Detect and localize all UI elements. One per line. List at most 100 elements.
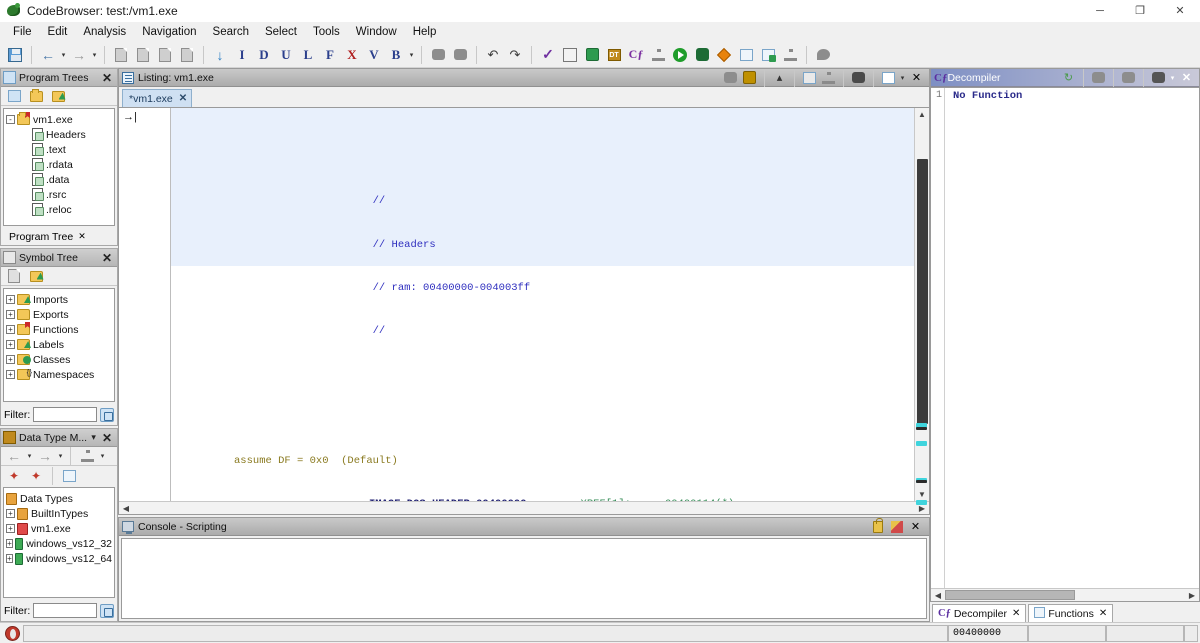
listing-horizontal-scrollbar[interactable]: ◀ ▶ — [119, 501, 929, 514]
pencil-icon[interactable] — [888, 519, 905, 535]
snapshot-icon[interactable] — [1150, 70, 1167, 86]
data-type-manager-close-button[interactable]: ✕ — [99, 431, 115, 445]
forward-arrow-icon[interactable]: → — [69, 45, 89, 65]
expander-icon[interactable]: + — [6, 509, 15, 518]
clone-page-icon[interactable] — [177, 45, 197, 65]
console-output[interactable] — [121, 538, 927, 619]
next-instruction-icon[interactable]: ↓ — [210, 45, 230, 65]
menu-help[interactable]: Help — [405, 24, 445, 40]
lock-icon[interactable] — [869, 519, 886, 535]
tree-node-text[interactable]: .text — [6, 142, 112, 157]
help-pointer-icon[interactable] — [813, 45, 833, 65]
expander-icon[interactable]: + — [6, 355, 15, 364]
data-type-node-vm1exe[interactable]: + vm1.exe — [6, 521, 112, 536]
dtm-new-type-icon[interactable] — [77, 446, 97, 466]
layout-icon[interactable] — [880, 70, 897, 86]
listing-marker[interactable] — [916, 480, 927, 483]
function-filter-icon[interactable]: F — [320, 45, 340, 65]
auto-analyze-icon[interactable]: ✓ — [538, 45, 558, 65]
copy-page-icon[interactable] — [133, 45, 153, 65]
script-manager-icon[interactable] — [582, 45, 602, 65]
tab-functions-close[interactable]: ✕ — [1099, 608, 1107, 619]
back-dropdown-icon[interactable]: ▾ — [59, 51, 68, 59]
new-symbol-icon[interactable] — [4, 266, 24, 286]
tree-node-headers[interactable]: Headers — [6, 127, 112, 142]
menu-tools[interactable]: Tools — [305, 24, 348, 40]
console-close-button[interactable]: ✕ — [907, 519, 924, 535]
listing-marker[interactable] — [916, 500, 927, 505]
filter-dropdown-icon[interactable]: ▾ — [407, 51, 416, 59]
copy-icon[interactable] — [1090, 70, 1107, 86]
forward-dropdown-icon[interactable]: ▾ — [90, 51, 99, 59]
status-indicator-icon[interactable] — [5, 626, 20, 641]
decompiler-icon[interactable]: Cƒ — [626, 45, 646, 65]
listing-tab-close[interactable]: ✕ — [179, 93, 187, 104]
expander-icon[interactable]: + — [6, 295, 15, 304]
call-tree-icon[interactable] — [780, 45, 800, 65]
collapse-tree-icon[interactable] — [48, 86, 68, 106]
decompiler-close-button[interactable]: ✕ — [1178, 70, 1195, 86]
run-icon[interactable] — [670, 45, 690, 65]
paste-icon[interactable] — [1120, 70, 1137, 86]
bytes-viewer-icon[interactable] — [560, 45, 580, 65]
dtm-back-dropdown-icon[interactable]: ▾ — [25, 452, 34, 460]
dtm-forward-dropdown-icon[interactable]: ▾ — [56, 452, 65, 460]
lock-icon[interactable] — [850, 70, 867, 86]
diff-icon[interactable] — [820, 70, 837, 86]
save-icon[interactable] — [5, 45, 25, 65]
dtm-forward-arrow-icon[interactable]: → — [35, 446, 55, 466]
close-button[interactable]: ✕ — [1160, 0, 1200, 22]
symbol-node-exports[interactable]: + Exports — [6, 307, 112, 322]
expander-icon[interactable]: + — [6, 524, 15, 533]
redo-icon[interactable]: ↷ — [505, 45, 525, 65]
dtm-filter-pointers-icon[interactable]: ✦ — [4, 466, 24, 486]
paste-icon[interactable] — [741, 70, 758, 86]
menu-file[interactable]: File — [5, 24, 40, 40]
expander-icon[interactable]: + — [6, 539, 13, 548]
menu-search[interactable]: Search — [205, 24, 257, 40]
debugger-icon[interactable] — [692, 45, 712, 65]
tree-node-data[interactable]: .data — [6, 172, 112, 187]
data-type-node-builtintypes[interactable]: + BuiltInTypes — [6, 506, 112, 521]
diff-icon[interactable] — [714, 45, 734, 65]
minimize-button[interactable]: ─ — [1080, 0, 1120, 22]
symbol-node-labels[interactable]: + Labels — [6, 337, 112, 352]
memory-map-icon[interactable] — [428, 45, 448, 65]
layout-dropdown-icon[interactable]: ▾ — [898, 74, 907, 82]
menu-analysis[interactable]: Analysis — [75, 24, 134, 40]
expander-icon[interactable]: + — [6, 554, 13, 563]
menu-navigation[interactable]: Navigation — [134, 24, 204, 40]
symbol-filter-input[interactable] — [33, 407, 97, 422]
listing-gutter[interactable]: →| — [119, 108, 171, 501]
listing-document-tab[interactable]: *vm1.exe ✕ — [122, 89, 192, 107]
undo-icon[interactable]: ↶ — [483, 45, 503, 65]
symbol-node-imports[interactable]: + Imports — [6, 292, 112, 307]
menu-window[interactable]: Window — [348, 24, 405, 40]
listing-code-view[interactable]: // // Headers // ram: 00400000-004003ff … — [171, 108, 914, 501]
symbol-tree-body[interactable]: + Imports + Exports + Functions — [3, 288, 115, 402]
scroll-left-arrow-icon[interactable]: ◀ — [931, 591, 945, 600]
snapshot-icon[interactable] — [801, 70, 818, 86]
snapshot-page-icon[interactable] — [111, 45, 131, 65]
program-tree-tab-close[interactable]: ✕ — [78, 231, 86, 242]
xref-value[interactable]: 00400114(*) — [665, 497, 734, 501]
scroll-left-arrow-icon[interactable]: ◀ — [119, 504, 133, 513]
instruction-filter-icon[interactable]: I — [232, 45, 252, 65]
data-type-filter-options-icon[interactable] — [100, 604, 114, 618]
symbol-table-icon[interactable] — [758, 45, 778, 65]
tree-node-rdata[interactable]: .rdata — [6, 157, 112, 172]
listing-close-button[interactable]: ✕ — [908, 70, 925, 86]
new-tree-icon[interactable] — [4, 86, 24, 106]
program-trees-close-button[interactable]: ✕ — [99, 71, 115, 85]
listing-hscroll-track[interactable] — [133, 503, 915, 514]
menu-select[interactable]: Select — [257, 24, 305, 40]
tab-decompiler-close[interactable]: ✕ — [1012, 608, 1020, 619]
maximize-button[interactable]: ❐ — [1120, 0, 1160, 22]
data-type-manager-icon[interactable]: DT — [604, 45, 624, 65]
dtm-new-type-dropdown-icon[interactable]: ▾ — [98, 452, 107, 460]
tree-node-rsrc[interactable]: .rsrc — [6, 187, 112, 202]
instruction-x-filter-icon[interactable]: X — [342, 45, 362, 65]
menu-edit[interactable]: Edit — [40, 24, 76, 40]
tree-node-reloc[interactable]: .reloc — [6, 202, 112, 217]
open-folder-icon[interactable] — [26, 86, 46, 106]
